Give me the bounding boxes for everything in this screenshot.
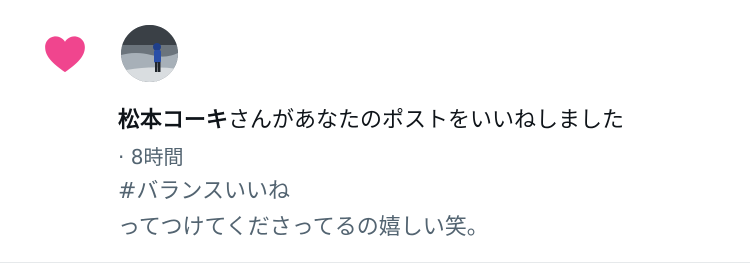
action-text: さんがあなたのポストをいいねしました [228, 108, 625, 133]
heart-icon [44, 35, 86, 73]
notification-text: 松本コーキさんがあなたのポストをいいねしました [118, 104, 738, 138]
timestamp: · 8時間 [118, 145, 184, 169]
notification-item[interactable]: 松本コーキさんがあなたのポストをいいねしました · 8時間 #バランスいいね っ… [0, 0, 750, 263]
actor-name[interactable]: 松本コーキ [118, 108, 228, 133]
post-line-text: ってつけてくださってるの嬉しい笑。 [118, 215, 489, 240]
liked-post-preview[interactable]: #バランスいいね ってつけてくださってるの嬉しい笑。 [118, 174, 718, 246]
post-line-hashtag: #バランスいいね [118, 179, 290, 204]
avatar[interactable] [121, 25, 178, 82]
